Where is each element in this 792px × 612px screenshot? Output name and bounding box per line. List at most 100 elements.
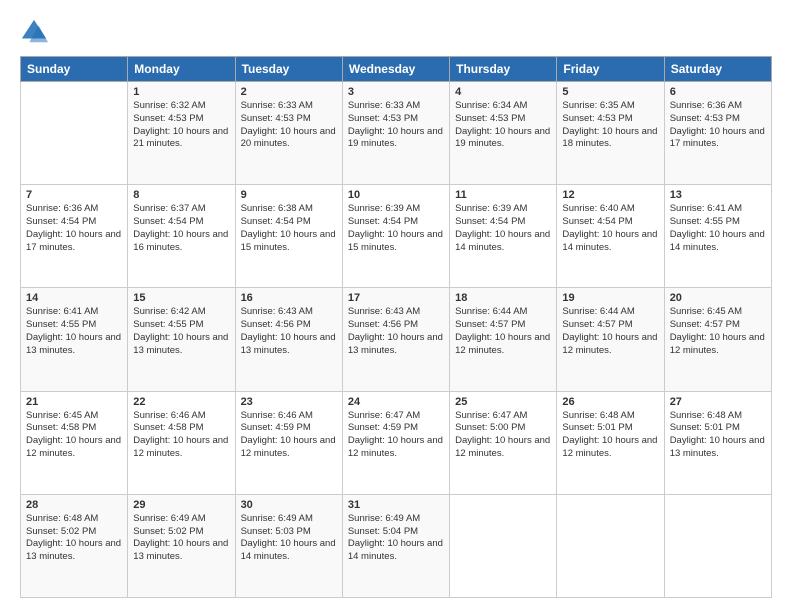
day-info: Sunrise: 6:38 AMSunset: 4:54 PMDaylight:… bbox=[241, 203, 337, 254]
day-info: Sunrise: 6:48 AMSunset: 5:02 PMDaylight:… bbox=[26, 513, 122, 564]
day-info: Sunrise: 6:41 AMSunset: 4:55 PMDaylight:… bbox=[26, 306, 122, 357]
day-info: Sunrise: 6:49 AMSunset: 5:04 PMDaylight:… bbox=[348, 513, 444, 564]
week-row-1: 1Sunrise: 6:32 AMSunset: 4:53 PMDaylight… bbox=[21, 82, 772, 185]
day-info: Sunrise: 6:46 AMSunset: 4:59 PMDaylight:… bbox=[241, 410, 337, 461]
day-cell-30: 30Sunrise: 6:49 AMSunset: 5:03 PMDayligh… bbox=[235, 494, 342, 597]
day-number: 15 bbox=[133, 292, 229, 304]
day-info: Sunrise: 6:49 AMSunset: 5:02 PMDaylight:… bbox=[133, 513, 229, 564]
day-number: 21 bbox=[26, 396, 122, 408]
logo bbox=[20, 18, 52, 46]
day-number: 14 bbox=[26, 292, 122, 304]
day-info: Sunrise: 6:44 AMSunset: 4:57 PMDaylight:… bbox=[455, 306, 551, 357]
day-cell-25: 25 Sunrise: 6:47 AMSunset: 5:00 PMDayligh… bbox=[450, 391, 557, 494]
day-info: Sunrise: 6:36 AMSunset: 4:53 PMDaylight:… bbox=[670, 100, 766, 151]
day-info: Sunrise: 6:39 AMSunset: 4:54 PMDaylight:… bbox=[348, 203, 444, 254]
day-cell-6: 6 Sunrise: 6:36 AMSunset: 4:53 PMDaylight… bbox=[664, 82, 771, 185]
day-number: 29 bbox=[133, 499, 229, 511]
day-cell-3: 3 Sunrise: 6:33 AMSunset: 4:53 PMDaylight… bbox=[342, 82, 449, 185]
weekday-header-wednesday: Wednesday bbox=[342, 57, 449, 82]
day-info: Sunrise: 6:37 AMSunset: 4:54 PMDaylight:… bbox=[133, 203, 229, 254]
day-cell-1: 1Sunrise: 6:32 AMSunset: 4:53 PMDaylight… bbox=[128, 82, 235, 185]
day-number: 23 bbox=[241, 396, 337, 408]
weekday-header-thursday: Thursday bbox=[450, 57, 557, 82]
weekday-header-monday: Monday bbox=[128, 57, 235, 82]
day-cell-2: 2Sunrise: 6:33 AMSunset: 4:53 PMDaylight… bbox=[235, 82, 342, 185]
day-info: Sunrise: 6:42 AMSunset: 4:55 PMDaylight:… bbox=[133, 306, 229, 357]
day-info: Sunrise: 6:48 AMSunset: 5:01 PMDaylight:… bbox=[562, 410, 658, 461]
day-cell-27: 27 Sunrise: 6:48 AMSunset: 5:01 PMDayligh… bbox=[664, 391, 771, 494]
weekday-header-saturday: Saturday bbox=[664, 57, 771, 82]
day-cell-14: 14 Sunrise: 6:41 AMSunset: 4:55 PMDayligh… bbox=[21, 288, 128, 391]
day-info: Sunrise: 6:47 AMSunset: 5:00 PMDaylight:… bbox=[455, 410, 551, 461]
day-info: Sunrise: 6:41 AMSunset: 4:55 PMDaylight:… bbox=[670, 203, 766, 254]
day-number: 8 bbox=[133, 189, 229, 201]
day-cell-31: 31 Sunrise: 6:49 AMSunset: 5:04 PMDayligh… bbox=[342, 494, 449, 597]
day-cell-5: 5 Sunrise: 6:35 AMSunset: 4:53 PMDaylight… bbox=[557, 82, 664, 185]
empty-cell bbox=[664, 494, 771, 597]
day-number: 19 bbox=[562, 292, 658, 304]
day-number: 25 bbox=[455, 396, 551, 408]
day-info: Sunrise: 6:33 AMSunset: 4:53 PMDaylight:… bbox=[348, 100, 444, 151]
day-info: Sunrise: 6:48 AMSunset: 5:01 PMDaylight:… bbox=[670, 410, 766, 461]
day-cell-10: 10 Sunrise: 6:39 AMSunset: 4:54 PMDayligh… bbox=[342, 185, 449, 288]
day-number: 13 bbox=[670, 189, 766, 201]
day-cell-12: 12 Sunrise: 6:40 AMSunset: 4:54 PMDayligh… bbox=[557, 185, 664, 288]
day-cell-18: 18 Sunrise: 6:44 AMSunset: 4:57 PMDayligh… bbox=[450, 288, 557, 391]
day-cell-22: 22Sunrise: 6:46 AMSunset: 4:58 PMDayligh… bbox=[128, 391, 235, 494]
day-number: 28 bbox=[26, 499, 122, 511]
calendar-table: SundayMondayTuesdayWednesdayThursdayFrid… bbox=[20, 56, 772, 598]
day-cell-20: 20Sunrise: 6:45 AMSunset: 4:57 PMDayligh… bbox=[664, 288, 771, 391]
day-info: Sunrise: 6:36 AMSunset: 4:54 PMDaylight:… bbox=[26, 203, 122, 254]
day-number: 31 bbox=[348, 499, 444, 511]
day-info: Sunrise: 6:43 AMSunset: 4:56 PMDaylight:… bbox=[241, 306, 337, 357]
day-cell-24: 24 Sunrise: 6:47 AMSunset: 4:59 PMDayligh… bbox=[342, 391, 449, 494]
empty-cell bbox=[21, 82, 128, 185]
day-number: 16 bbox=[241, 292, 337, 304]
day-number: 7 bbox=[26, 189, 122, 201]
week-row-3: 14 Sunrise: 6:41 AMSunset: 4:55 PMDayligh… bbox=[21, 288, 772, 391]
day-number: 18 bbox=[455, 292, 551, 304]
day-info: Sunrise: 6:45 AMSunset: 4:58 PMDaylight:… bbox=[26, 410, 122, 461]
weekday-header-tuesday: Tuesday bbox=[235, 57, 342, 82]
day-number: 30 bbox=[241, 499, 337, 511]
day-cell-11: 11Sunrise: 6:39 AMSunset: 4:54 PMDayligh… bbox=[450, 185, 557, 288]
day-cell-17: 17 Sunrise: 6:43 AMSunset: 4:56 PMDayligh… bbox=[342, 288, 449, 391]
day-info: Sunrise: 6:43 AMSunset: 4:56 PMDaylight:… bbox=[348, 306, 444, 357]
day-cell-13: 13 Sunrise: 6:41 AMSunset: 4:55 PMDayligh… bbox=[664, 185, 771, 288]
weekday-header-friday: Friday bbox=[557, 57, 664, 82]
day-info: Sunrise: 6:35 AMSunset: 4:53 PMDaylight:… bbox=[562, 100, 658, 151]
day-cell-8: 8 Sunrise: 6:37 AMSunset: 4:54 PMDaylight… bbox=[128, 185, 235, 288]
day-cell-23: 23 Sunrise: 6:46 AMSunset: 4:59 PMDayligh… bbox=[235, 391, 342, 494]
day-number: 10 bbox=[348, 189, 444, 201]
page: SundayMondayTuesdayWednesdayThursdayFrid… bbox=[0, 0, 792, 612]
day-number: 12 bbox=[562, 189, 658, 201]
weekday-header-sunday: Sunday bbox=[21, 57, 128, 82]
day-cell-21: 21 Sunrise: 6:45 AMSunset: 4:58 PMDayligh… bbox=[21, 391, 128, 494]
day-number: 9 bbox=[241, 189, 337, 201]
day-cell-4: 4Sunrise: 6:34 AMSunset: 4:53 PMDaylight… bbox=[450, 82, 557, 185]
day-number: 17 bbox=[348, 292, 444, 304]
day-cell-26: 26Sunrise: 6:48 AMSunset: 5:01 PMDayligh… bbox=[557, 391, 664, 494]
empty-cell bbox=[557, 494, 664, 597]
week-row-4: 21 Sunrise: 6:45 AMSunset: 4:58 PMDayligh… bbox=[21, 391, 772, 494]
day-number: 5 bbox=[562, 86, 658, 98]
empty-cell bbox=[450, 494, 557, 597]
day-cell-16: 16 Sunrise: 6:43 AMSunset: 4:56 PMDayligh… bbox=[235, 288, 342, 391]
week-row-5: 28 Sunrise: 6:48 AMSunset: 5:02 PMDayligh… bbox=[21, 494, 772, 597]
day-info: Sunrise: 6:39 AMSunset: 4:54 PMDaylight:… bbox=[455, 203, 551, 254]
day-info: Sunrise: 6:47 AMSunset: 4:59 PMDaylight:… bbox=[348, 410, 444, 461]
day-info: Sunrise: 6:40 AMSunset: 4:54 PMDaylight:… bbox=[562, 203, 658, 254]
day-info: Sunrise: 6:32 AMSunset: 4:53 PMDaylight:… bbox=[133, 100, 229, 151]
day-number: 22 bbox=[133, 396, 229, 408]
day-number: 3 bbox=[348, 86, 444, 98]
weekday-header-row: SundayMondayTuesdayWednesdayThursdayFrid… bbox=[21, 57, 772, 82]
day-info: Sunrise: 6:44 AMSunset: 4:57 PMDaylight:… bbox=[562, 306, 658, 357]
logo-icon bbox=[20, 18, 48, 46]
day-info: Sunrise: 6:45 AMSunset: 4:57 PMDaylight:… bbox=[670, 306, 766, 357]
day-cell-29: 29 Sunrise: 6:49 AMSunset: 5:02 PMDayligh… bbox=[128, 494, 235, 597]
day-info: Sunrise: 6:33 AMSunset: 4:53 PMDaylight:… bbox=[241, 100, 337, 151]
day-number: 6 bbox=[670, 86, 766, 98]
day-cell-28: 28 Sunrise: 6:48 AMSunset: 5:02 PMDayligh… bbox=[21, 494, 128, 597]
day-number: 24 bbox=[348, 396, 444, 408]
day-number: 27 bbox=[670, 396, 766, 408]
